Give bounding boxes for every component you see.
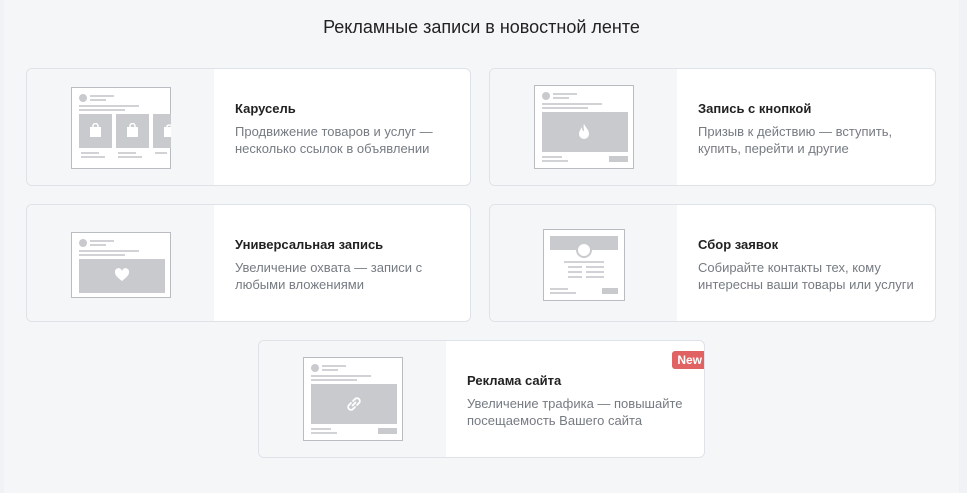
- card-description: Призыв к действию — вступить, купить, пе…: [698, 124, 893, 156]
- card-title: Карусель: [235, 101, 296, 116]
- website-ad-preview-icon: [303, 357, 403, 441]
- universal-post-preview-icon: [71, 232, 171, 298]
- card-title: Сбор заявок: [698, 237, 779, 252]
- card-description: Собирайте контакты тех, кому интересны в…: [698, 260, 914, 292]
- bag-icon: [127, 123, 138, 137]
- new-badge: New: [672, 351, 704, 369]
- carousel-preview-icon: [71, 87, 171, 169]
- fire-icon: [579, 124, 589, 139]
- card-website-ad[interactable]: New Реклама сайта Увеличение трафика — п…: [258, 340, 705, 458]
- card-description: Увеличение трафика — повышайте посещаемо…: [467, 396, 683, 428]
- button-post-preview-icon: [534, 85, 634, 169]
- section-title: Рекламные записи в новостной ленте: [323, 17, 640, 37]
- card-lead-form[interactable]: Сбор заявок Собирайте контакты тех, кому…: [489, 204, 936, 322]
- card-title: Запись с кнопкой: [698, 101, 812, 116]
- ad-formats-panel: Рекламные записи в новостной ленте Карус…: [4, 0, 959, 493]
- card-button-post[interactable]: Запись с кнопкой Призыв к действию — вст…: [489, 68, 936, 186]
- heart-icon: [114, 268, 130, 281]
- card-description: Продвижение товаров и услуг — несколько …: [235, 124, 433, 156]
- link-icon: [347, 397, 361, 411]
- card-description: Увеличение охвата — записи с любыми влож…: [235, 260, 423, 292]
- card-universal-post[interactable]: Универсальная запись Увеличение охвата —…: [26, 204, 471, 322]
- card-title: Универсальная запись: [235, 237, 384, 252]
- bag-icon: [90, 123, 101, 137]
- card-carousel[interactable]: Карусель Продвижение товаров и услуг — н…: [26, 68, 471, 186]
- lead-form-preview-icon: [543, 229, 625, 301]
- card-title: Реклама сайта: [467, 373, 562, 388]
- bag-icon: [164, 124, 171, 137]
